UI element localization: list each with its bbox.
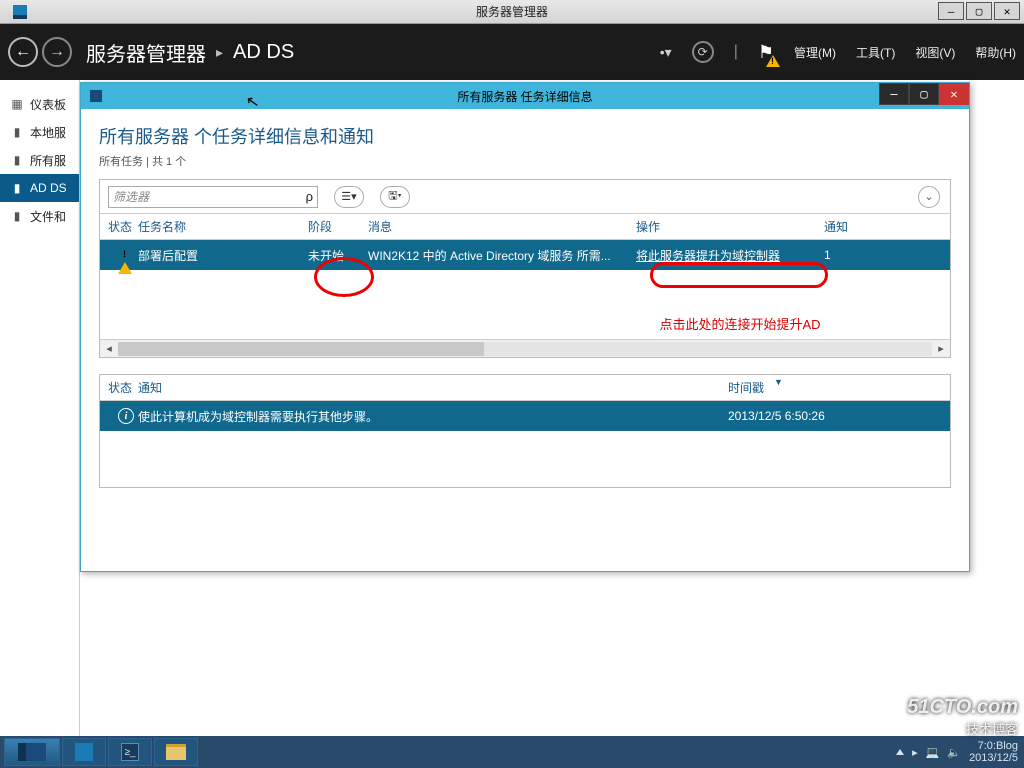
filter-input[interactable]: 筛选器 ρ	[108, 186, 318, 208]
dropdown-icon[interactable]: •▾	[660, 44, 672, 61]
cell2-time: 2013/12/5 6:50:26	[728, 409, 950, 423]
nav-back-button[interactable]: ←	[8, 37, 38, 67]
watermark-line1: 51CTO.com	[907, 696, 1018, 719]
sort-desc-icon: ▼	[774, 377, 783, 387]
menu-manage[interactable]: 管理(M)	[794, 44, 836, 61]
tray-date: 2013/12/5	[969, 752, 1018, 764]
sidebar-item-local[interactable]: ▮ 本地服	[0, 118, 79, 146]
taskbar-explorer[interactable]	[154, 738, 198, 766]
sidebar-item-label: 本地服	[30, 124, 66, 141]
col-stage[interactable]: 阶段	[308, 218, 368, 235]
dialog-titlebar[interactable]: 所有服务器 任务详细信息 — ▢ ✕	[81, 83, 969, 109]
cell2-notify: 使此计算机成为域控制器需要执行其他步骤。	[138, 408, 728, 425]
dashboard-icon: ▦	[10, 97, 24, 111]
outer-window-titlebar: 服务器管理器 — ▢ ✕	[0, 0, 1024, 24]
task-details-dialog: 所有服务器 任务详细信息 — ▢ ✕ 所有服务器 个任务详细信息和通知 所有任务…	[80, 82, 970, 572]
save-options-button[interactable]: 🖫▾	[380, 186, 410, 208]
dialog-heading: 所有服务器 个任务详细信息和通知	[99, 123, 951, 149]
server-icon: ▮	[10, 125, 24, 139]
col-name[interactable]: 任务名称	[138, 218, 308, 235]
outer-window-title: 服务器管理器	[476, 3, 548, 20]
tray-sound-icon[interactable]: 🔈	[947, 746, 961, 759]
dialog-close-button[interactable]: ✕	[939, 83, 969, 105]
breadcrumb-root[interactable]: 服务器管理器	[86, 38, 206, 67]
sidebar-item-dashboard[interactable]: ▦ 仪表板	[0, 90, 79, 118]
cell-stage: 未开始	[308, 247, 368, 264]
tasks-panel: 筛选器 ρ ☰▾ 🖫▾ ⌄ 状态 任务名称 阶段 消息 操作 通知 部署后配置 未…	[99, 179, 951, 358]
dialog-minimize-button[interactable]: —	[879, 83, 909, 105]
menu-view[interactable]: 视图(V)	[915, 44, 955, 61]
watermark-line2: 技术博客	[907, 719, 1018, 738]
breadcrumb-leaf[interactable]: AD DS	[233, 41, 294, 64]
tray-flag-icon[interactable]: ▸	[912, 746, 918, 759]
notifications-flag-icon[interactable]: ⚑	[758, 42, 774, 63]
col-status[interactable]: 状态	[100, 218, 138, 235]
col2-status[interactable]: 状态	[100, 379, 138, 396]
menu-tools[interactable]: 工具(T)	[856, 44, 895, 61]
warning-icon	[118, 248, 132, 274]
app-icon	[0, 5, 40, 19]
sidebar-item-label: 仪表板	[30, 96, 66, 113]
tray-expand-icon[interactable]	[896, 749, 904, 755]
outer-minimize-button[interactable]: —	[938, 2, 964, 20]
promote-dc-link[interactable]: 将此服务器提升为域控制器	[636, 249, 780, 263]
taskbar-powershell[interactable]: ≥_	[108, 738, 152, 766]
scroll-thumb[interactable]	[118, 342, 484, 356]
dialog-title: 所有服务器 任务详细信息	[457, 88, 592, 105]
horizontal-scrollbar[interactable]: ◂ ▸	[100, 339, 950, 357]
files-icon: ▮	[10, 209, 24, 223]
menu-help[interactable]: 帮助(H)	[975, 44, 1016, 61]
list-options-button[interactable]: ☰▾	[334, 186, 364, 208]
watermark: 51CTO.com 技术博客	[907, 696, 1018, 738]
taskbar-server-manager[interactable]	[62, 738, 106, 766]
sidebar-item-label: AD DS	[30, 181, 67, 195]
col-notify[interactable]: 通知	[824, 218, 950, 235]
refresh-button[interactable]: ⟳	[692, 41, 714, 63]
scroll-left-icon[interactable]: ◂	[100, 342, 118, 355]
col2-notify[interactable]: 通知	[138, 379, 728, 396]
servers-icon: ▮	[10, 153, 24, 167]
sidebar: ▦ 仪表板 ▮ 本地服 ▮ 所有服 ▮ AD DS ▮ 文件和	[0, 80, 80, 736]
col2-time[interactable]: 时间戳▼	[728, 379, 950, 396]
chevron-right-icon: ▸	[216, 44, 223, 61]
scroll-right-icon[interactable]: ▸	[932, 342, 950, 355]
tray-network-icon[interactable]: 💻	[926, 746, 940, 759]
taskbar: ≥_ ▸ 💻 🔈 7:0:Blog 2013/12/5	[0, 736, 1024, 768]
sidebar-item-label: 所有服	[30, 152, 66, 169]
expand-button[interactable]: ⌄	[918, 186, 940, 208]
search-icon[interactable]: ρ	[306, 189, 313, 204]
server-manager-header: ← → 服务器管理器 ▸ AD DS •▾ ⟳ | ⚑ 管理(M) 工具(T) …	[0, 24, 1024, 80]
cell-message: WIN2K12 中的 Active Directory 域服务 所需...	[368, 247, 636, 264]
tasks-grid-header: 状态 任务名称 阶段 消息 操作 通知	[100, 214, 950, 240]
notify-grid-header: 状态 通知 时间戳▼	[100, 375, 950, 401]
outer-maximize-button[interactable]: ▢	[966, 2, 992, 20]
notify-panel: 状态 通知 时间戳▼ i 使此计算机成为域控制器需要执行其他步骤。 2013/1…	[99, 374, 951, 488]
system-tray[interactable]: ▸ 💻 🔈 7:0:Blog 2013/12/5	[896, 736, 1018, 768]
dialog-maximize-button[interactable]: ▢	[909, 83, 939, 105]
start-button[interactable]	[4, 738, 60, 766]
scroll-track[interactable]	[118, 342, 932, 356]
annotation-text: 点击此处的连接开始提升AD	[100, 314, 950, 333]
sidebar-item-adds[interactable]: ▮ AD DS	[0, 174, 79, 202]
notify-row[interactable]: i 使此计算机成为域控制器需要执行其他步骤。 2013/12/5 6:50:26	[100, 401, 950, 431]
task-row[interactable]: 部署后配置 未开始 WIN2K12 中的 Active Directory 域服…	[100, 240, 950, 270]
col-action[interactable]: 操作	[636, 218, 824, 235]
filter-placeholder: 筛选器	[113, 188, 149, 205]
dialog-app-icon	[81, 90, 111, 102]
outer-close-button[interactable]: ✕	[994, 2, 1020, 20]
adds-icon: ▮	[10, 181, 24, 195]
tray-time: 7:0:Blog	[969, 740, 1018, 752]
info-icon: i	[118, 408, 134, 424]
nav-forward-button[interactable]: →	[42, 37, 72, 67]
sidebar-item-all[interactable]: ▮ 所有服	[0, 146, 79, 174]
cell-notify: 1	[824, 248, 950, 262]
col-message[interactable]: 消息	[368, 218, 636, 235]
sidebar-item-label: 文件和	[30, 208, 66, 225]
breadcrumb: 服务器管理器 ▸ AD DS	[86, 38, 294, 67]
cell-name: 部署后配置	[138, 247, 308, 264]
sidebar-item-files[interactable]: ▮ 文件和	[0, 202, 79, 230]
tasks-toolbar: 筛选器 ρ ☰▾ 🖫▾ ⌄	[100, 180, 950, 214]
dialog-subcount: 所有任务 | 共 1 个	[99, 153, 951, 169]
warning-icon	[766, 55, 780, 67]
